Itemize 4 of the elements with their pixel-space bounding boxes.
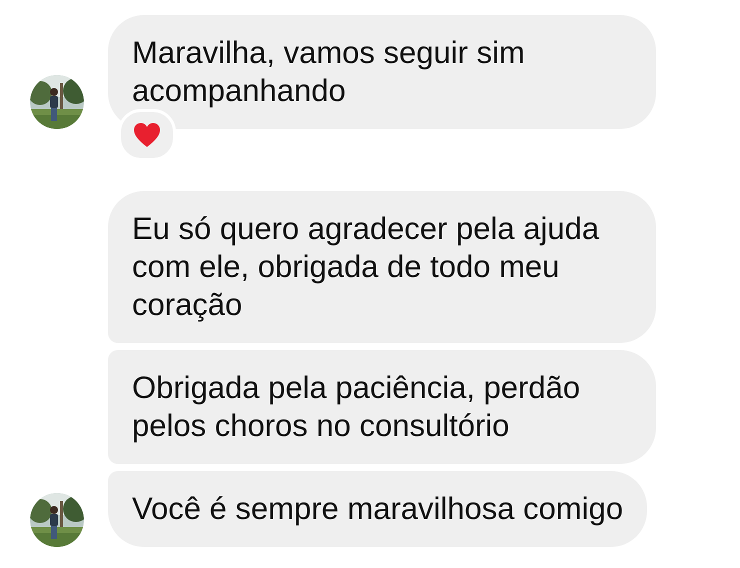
message-bubble: Maravilha, vamos seguir sim acompanhando <box>108 15 656 129</box>
message-bubble: Eu só quero agradecer pela ajuda com ele, obrigada de todo meu coração <box>108 191 656 343</box>
message-bubble: Você é sempre maravilhosa comigo <box>108 471 648 547</box>
message-bubble: Obrigada pela paciência, perdão pelos choros no consultório <box>108 350 656 464</box>
